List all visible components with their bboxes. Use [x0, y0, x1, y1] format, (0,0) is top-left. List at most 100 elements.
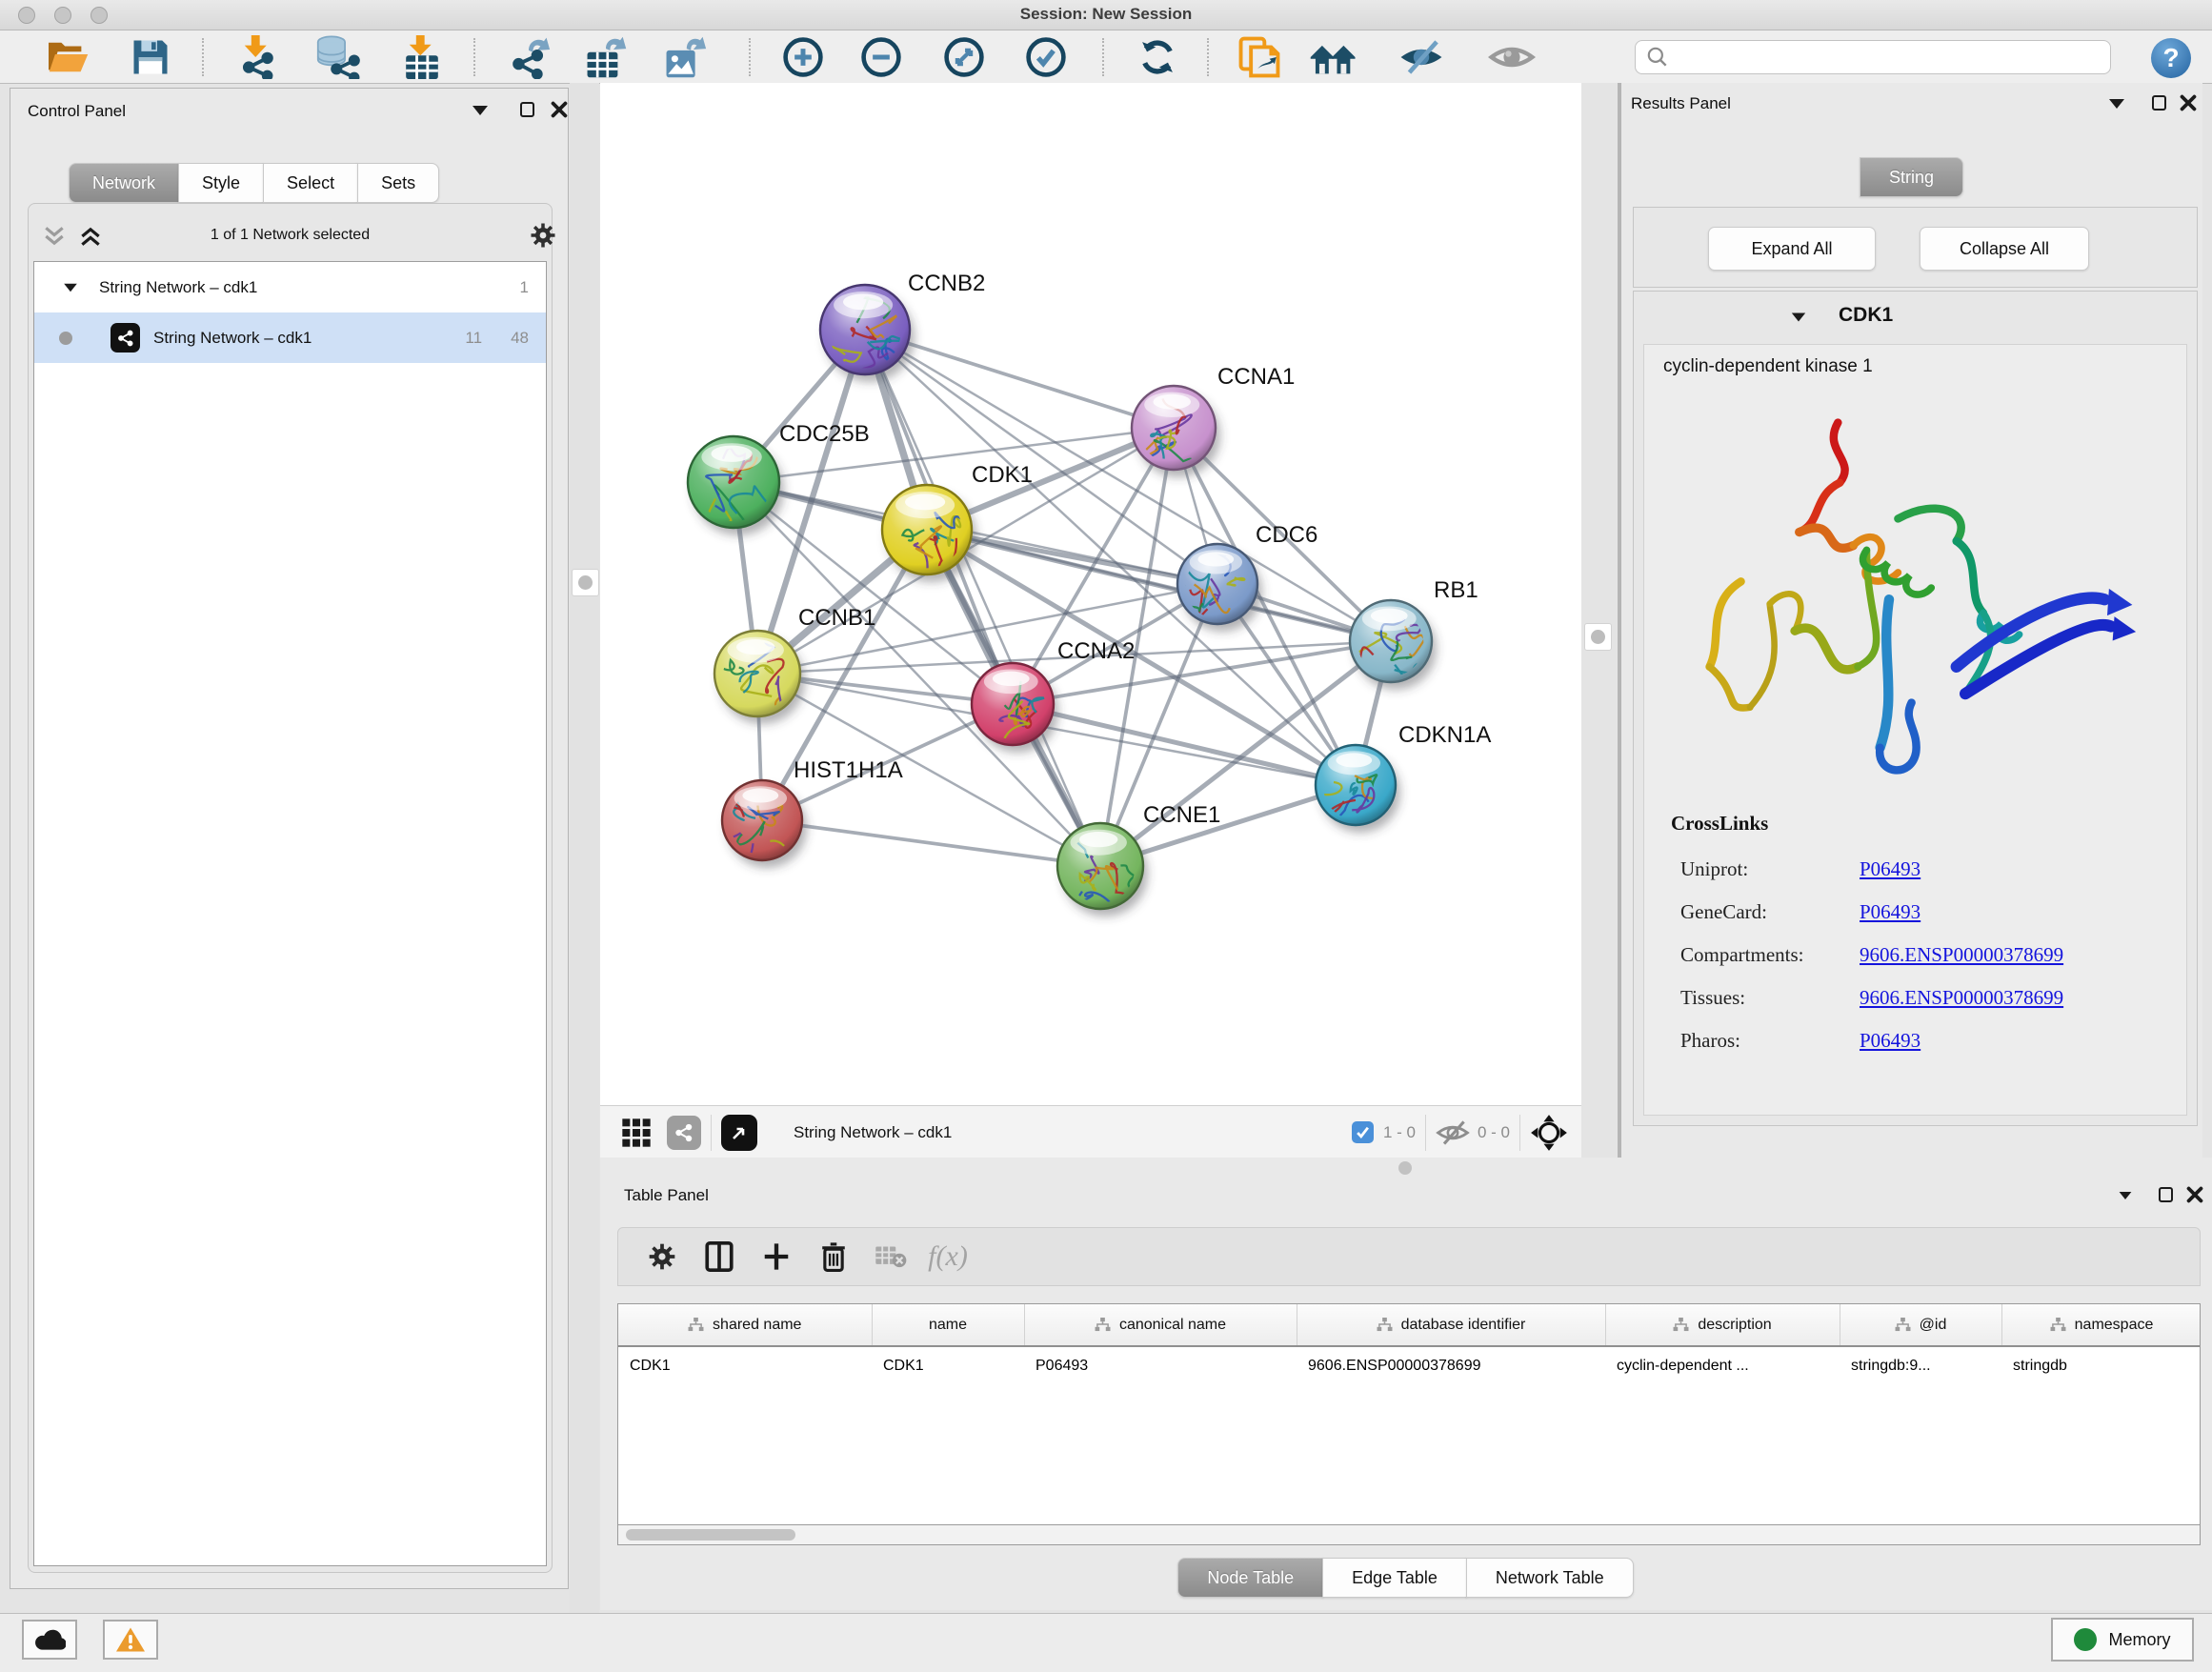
import-network-from-file-button[interactable] — [230, 35, 285, 79]
results-panel-close-icon[interactable] — [2180, 94, 2197, 111]
network-canvas[interactable]: CCNB2CCNA1CDC25BCDK1CDC6RB1CCNB1CCNA2CDK… — [600, 83, 1581, 1105]
column-header-namespace[interactable]: namespace — [2001, 1304, 2201, 1346]
open-session-button[interactable] — [41, 35, 96, 79]
table-panel-menu-icon[interactable] — [2120, 1192, 2132, 1199]
export-image-button[interactable] — [657, 35, 713, 79]
duplicate-page-button[interactable] — [1232, 35, 1287, 79]
results-panel-float-icon[interactable] — [2152, 95, 2166, 111]
network-row[interactable]: String Network – cdk1 11 48 — [34, 312, 546, 363]
tab-node-table[interactable]: Node Table — [1177, 1558, 1323, 1598]
column-header-database-identifier[interactable]: database identifier — [1297, 1304, 1605, 1346]
table-cell[interactable]: CDK1 — [618, 1346, 872, 1385]
warning-icon — [115, 1626, 146, 1653]
horizontal-splitter-handle[interactable] — [1398, 1161, 1412, 1175]
delete-table-icon — [862, 1233, 919, 1280]
tab-network-table[interactable]: Network Table — [1466, 1558, 1634, 1598]
selected-count-checkbox[interactable] — [1352, 1121, 1374, 1143]
node-label-CCNB1: CCNB1 — [798, 605, 875, 631]
expand-all-button[interactable]: Expand All — [1708, 227, 1876, 271]
tab-select[interactable]: Select — [263, 163, 358, 203]
table-cell[interactable]: P06493 — [1024, 1346, 1297, 1385]
table-cell[interactable]: 9606.ENSP00000378699 — [1297, 1346, 1605, 1385]
node-label-CDC25B: CDC25B — [779, 421, 870, 447]
zoom-out-button[interactable] — [854, 35, 909, 79]
cdk1-collapse-icon[interactable] — [1792, 313, 1805, 322]
tab-network[interactable]: Network — [69, 163, 179, 203]
crosslink-link[interactable]: 9606.ENSP00000378699 — [1860, 986, 2063, 1010]
delete-column-trash-icon[interactable] — [805, 1233, 862, 1280]
column-header-description[interactable]: description — [1605, 1304, 1840, 1346]
control-panel-close-icon[interactable] — [551, 101, 568, 118]
tab-sets[interactable]: Sets — [357, 163, 439, 203]
table-panel-float-icon[interactable] — [2159, 1187, 2173, 1202]
node-label-CCNA2: CCNA2 — [1057, 638, 1135, 664]
left-splitter[interactable] — [570, 83, 599, 1613]
svg-text:?: ? — [2162, 43, 2179, 72]
network-list: String Network – cdk1 1 String Network –… — [33, 261, 547, 1566]
warning-status-button[interactable] — [103, 1620, 158, 1660]
collection-expand-icon[interactable] — [64, 283, 77, 292]
show-columns-icon[interactable] — [691, 1233, 748, 1280]
crosslink-link[interactable]: P06493 — [1860, 857, 1920, 881]
table-hscrollbar[interactable] — [617, 1524, 2201, 1545]
column-header--id[interactable]: @id — [1840, 1304, 2001, 1346]
right-splitter-handle[interactable] — [1584, 623, 1612, 651]
status-bar: Memory — [0, 1613, 2212, 1672]
detach-view-icon[interactable] — [721, 1115, 757, 1151]
zoom-selected-button[interactable] — [1018, 35, 1074, 79]
import-table-from-file-button[interactable] — [394, 35, 450, 79]
zoom-in-button[interactable] — [775, 35, 831, 79]
cloud-status-button[interactable] — [22, 1620, 77, 1660]
control-panel-menu-icon[interactable] — [473, 106, 488, 115]
table-gear-icon[interactable] — [633, 1233, 691, 1280]
network-collection-row[interactable]: String Network – cdk1 1 — [34, 262, 546, 312]
crosslink-link[interactable]: P06493 — [1860, 1029, 1920, 1053]
grid-view-icon[interactable] — [621, 1118, 652, 1148]
column-header-shared-name[interactable]: shared name — [618, 1304, 872, 1346]
network-options-gear-icon[interactable] — [529, 221, 557, 250]
string-view-icon[interactable] — [667, 1116, 701, 1150]
column-header-name[interactable]: name — [872, 1304, 1024, 1346]
crosslink-link[interactable]: P06493 — [1860, 900, 1920, 924]
tab-style[interactable]: Style — [178, 163, 264, 203]
cloud-icon — [33, 1627, 66, 1652]
birds-eye-view-icon[interactable] — [1530, 1114, 1568, 1152]
table-cell[interactable]: stringdb:9... — [1840, 1346, 2001, 1385]
memory-button[interactable]: Memory — [2051, 1618, 2194, 1662]
left-splitter-handle[interactable] — [572, 569, 599, 596]
refresh-view-button[interactable] — [1130, 35, 1185, 79]
tab-string[interactable]: String — [1860, 157, 1963, 197]
collapse-all-button[interactable]: Collapse All — [1920, 227, 2089, 271]
crosslinks-list: Uniprot:P06493GeneCard:P06493Compartment… — [1644, 848, 2188, 1062]
table-cell[interactable]: cyclin-dependent ... — [1605, 1346, 1840, 1385]
crosslink-label: GeneCard: — [1680, 900, 1860, 924]
help-button[interactable]: ? — [2149, 36, 2193, 85]
show-all-icon-button[interactable] — [1484, 35, 1539, 79]
control-panel: Control Panel NetworkStyleSelectSets 1 o… — [10, 88, 569, 1589]
first-neighbors-button[interactable] — [1306, 35, 1361, 79]
hidden-count-eye-icon — [1436, 1120, 1470, 1145]
table-hscrollbar-thumb[interactable] — [626, 1529, 795, 1541]
export-network-button[interactable] — [501, 35, 556, 79]
table-cell[interactable]: CDK1 — [872, 1346, 1024, 1385]
right-splitter[interactable] — [1581, 83, 1619, 1158]
table-cell[interactable]: stringdb — [2001, 1346, 2201, 1385]
search-input[interactable] — [1670, 49, 2110, 66]
column-header-canonical-name[interactable]: canonical name — [1024, 1304, 1297, 1346]
import-network-from-database-button[interactable] — [311, 35, 366, 79]
table-panel-close-icon[interactable] — [2186, 1186, 2203, 1203]
control-panel-float-icon[interactable] — [520, 102, 534, 117]
fit-content-button[interactable] — [936, 35, 992, 79]
toolbar-separator — [749, 38, 751, 76]
export-table-button[interactable] — [578, 35, 633, 79]
tab-edge-table[interactable]: Edge Table — [1322, 1558, 1467, 1598]
hidden-counts: 0 - 0 — [1478, 1123, 1510, 1142]
table-row[interactable]: CDK1CDK1P064939606.ENSP00000378699cyclin… — [618, 1346, 2201, 1385]
add-column-icon[interactable] — [748, 1233, 805, 1280]
network-graph[interactable]: CCNB2CCNA1CDC25BCDK1CDC6RB1CCNB1CCNA2CDK… — [600, 83, 1581, 1105]
results-panel-menu-icon[interactable] — [2109, 99, 2124, 109]
hide-selected-icon-button[interactable] — [1394, 35, 1449, 79]
save-session-button[interactable] — [123, 35, 178, 79]
crosslink-link[interactable]: 9606.ENSP00000378699 — [1860, 943, 2063, 967]
toolbar-separator — [202, 38, 204, 76]
